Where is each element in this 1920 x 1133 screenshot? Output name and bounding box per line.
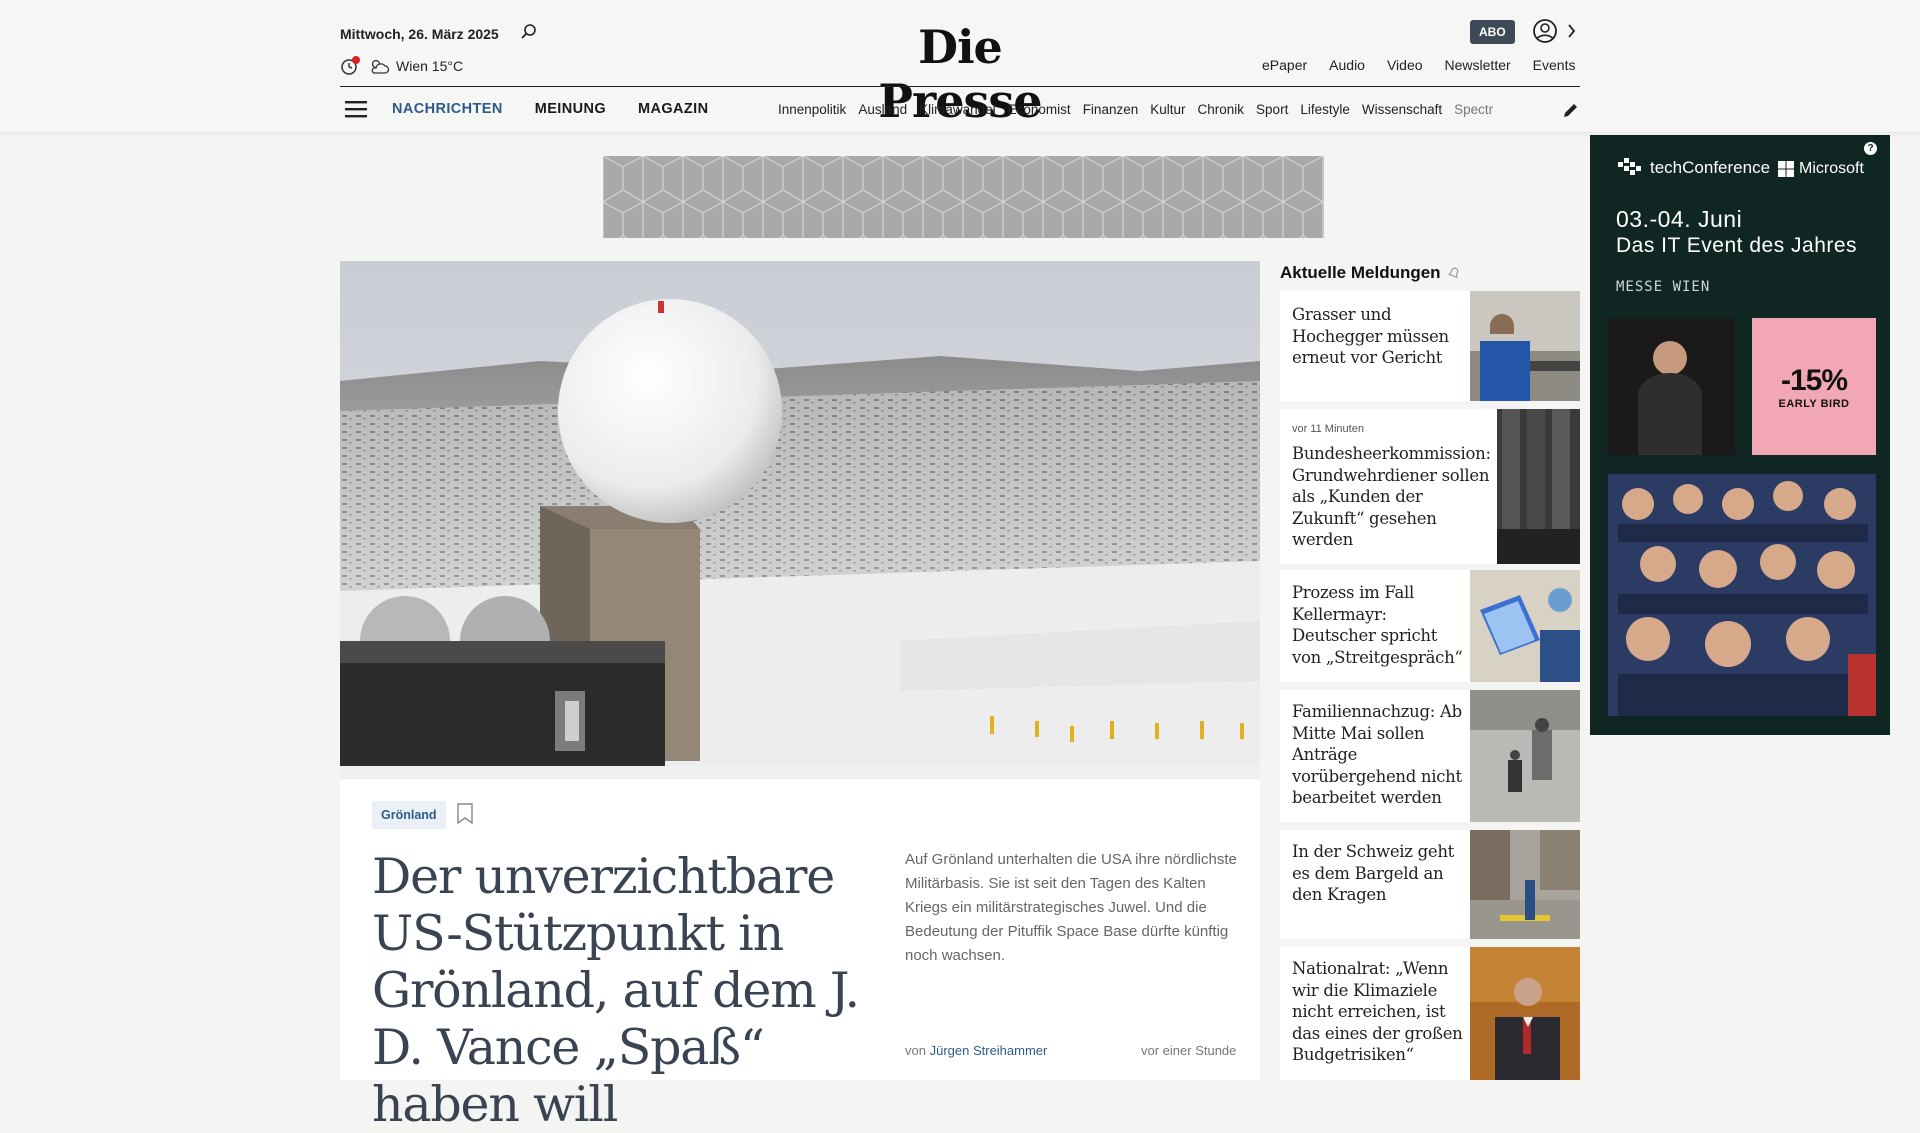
news-title[interactable]: Familiennachzug: Ab Mitte Mai sollen Ant… [1292,701,1477,809]
search-icon[interactable] [520,23,538,41]
news-card[interactable]: Familiennachzug: Ab Mitte Mai sollen Ant… [1280,690,1580,822]
techconference-logo-icon [1618,158,1641,175]
ad-discount-label: EARLY BIRD [1778,398,1850,410]
hero-image[interactable] [340,261,1260,779]
news-thumbnail[interactable] [1470,291,1580,401]
link-audio[interactable]: Audio [1329,57,1365,73]
author-prefix: von [905,1043,926,1058]
news-title[interactable]: Bundesheerkommission: Grundwehrdiener so… [1292,443,1492,551]
news-thumbnail[interactable] [1470,570,1580,682]
link-epaper[interactable]: ePaper [1262,57,1307,73]
ad-brand-name: techConference [1650,158,1771,177]
news-card[interactable]: In der Schweiz geht es dem Bargeld an de… [1280,830,1580,939]
user-account[interactable] [1532,18,1578,51]
news-meta: vor 11 Minuten [1292,423,1364,435]
link-video[interactable]: Video [1387,57,1423,73]
weather-icon [371,59,390,74]
current-date: Mittwoch, 26. März 2025 [340,26,499,42]
article-time: vor einer Stunde [1141,1043,1237,1058]
news-title[interactable]: Nationalrat: „Wenn wir die Klimaziele ni… [1292,958,1472,1066]
ad-partner-name: Microsoft [1799,160,1864,177]
ad-audience-photo [1608,474,1876,716]
news-card[interactable]: Prozess im Fall Kellermayr: Deutscher sp… [1280,570,1580,682]
nav-chronik[interactable]: Chronik [1198,102,1245,117]
author-link[interactable]: Jürgen Streihammer [930,1043,1048,1058]
abo-button[interactable]: ABO [1470,20,1515,44]
news-thumbnail[interactable] [1497,409,1580,564]
nav-economist[interactable]: Economist [1008,102,1071,117]
nav-kultur[interactable]: Kultur [1150,102,1185,117]
news-thumbnail[interactable] [1470,830,1580,939]
nav-spectrum[interactable]: Spectr [1454,102,1493,117]
article-author: von Jürgen Streihammer [905,1043,1047,1058]
ad-banner-placeholder[interactable] [603,156,1324,238]
news-thumbnail[interactable] [1470,947,1580,1080]
news-thumbnail[interactable] [1470,690,1580,822]
news-title[interactable]: In der Schweiz geht es dem Bargeld an de… [1292,841,1472,906]
nav-ausland[interactable]: Ausland [858,102,907,117]
nav-lifestyle[interactable]: Lifestyle [1300,102,1350,117]
topic-tag[interactable]: Grönland [372,801,446,829]
hamburger-menu-icon[interactable] [345,100,367,118]
section-nav: Innenpolitik Ausland Klimawandel Economi… [778,102,1540,117]
ad-dates: 03.-04. Juni [1616,206,1743,232]
nav-innenpolitik[interactable]: Innenpolitik [778,102,846,117]
header-divider [340,86,1580,87]
news-card[interactable]: Grasser und Hochegger müssen erneut vor … [1280,291,1580,401]
ad-discount: -15% [1780,364,1848,397]
article-headline[interactable]: Der unverzichtbare US-Stützpunkt in Grön… [372,848,882,1133]
live-clock-icon [341,56,360,75]
aktuelle-meldungen-heading: Aktuelle Meldungen [1280,263,1461,283]
site-header: Mittwoch, 26. März 2025 Wien 15°C Die Pr… [0,0,1920,132]
bookmark-icon[interactable] [456,803,474,825]
aktuelle-title: Aktuelle Meldungen [1280,263,1441,282]
nav-magazin[interactable]: MAGAZIN [638,101,708,117]
ad-info-icon[interactable]: ? [1864,142,1877,155]
ad-discount-promo[interactable]: -15% EARLY BIRD [1752,318,1876,455]
user-icon[interactable] [1532,18,1578,46]
nav-meinung[interactable]: MEINUNG [535,101,606,117]
ad-speaker-photo [1608,318,1735,455]
bell-icon[interactable] [1447,266,1461,280]
nav-sport[interactable]: Sport [1256,102,1288,117]
nav-klimawandel[interactable]: Klimawandel [919,102,996,117]
weather-widget[interactable]: Wien 15°C [340,55,463,77]
ad-brand: techConference [1618,158,1770,178]
edit-pencil-icon[interactable] [1562,101,1580,119]
link-events[interactable]: Events [1533,57,1576,73]
microsoft-logo-icon [1778,161,1794,177]
ad-subtitle: Das IT Event des Jahres [1616,234,1858,257]
news-title[interactable]: Grasser und Hochegger müssen erneut vor … [1292,304,1462,369]
nav-nachrichten[interactable]: NACHRICHTEN [392,101,503,117]
nav-finanzen[interactable]: Finanzen [1083,102,1139,117]
top-links: ePaper Audio Video Newsletter Events [1262,57,1575,73]
link-newsletter[interactable]: Newsletter [1445,57,1511,73]
ad-location: MESSE WIEN [1616,279,1711,295]
article-teaser: Auf Grönland unterhalten die USA ihre nö… [905,851,1237,964]
main-nav: NACHRICHTEN MEINUNG MAGAZIN [392,101,708,117]
news-card[interactable]: vor 11 Minuten Bundesheerkommission: Gru… [1280,409,1580,564]
news-card[interactable]: Nationalrat: „Wenn wir die Klimaziele ni… [1280,947,1580,1080]
news-title[interactable]: Prozess im Fall Kellermayr: Deutscher sp… [1292,582,1467,668]
nav-wissenschaft[interactable]: Wissenschaft [1362,102,1442,117]
ad-partner: Microsoft [1778,160,1864,178]
weather-label: Wien 15°C [396,58,464,74]
